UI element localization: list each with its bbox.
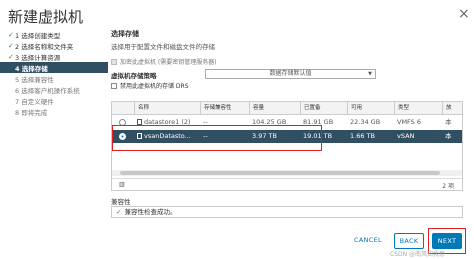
table-header: 名称 存储兼容性 容量 已置备 可用 类型 放 xyxy=(112,102,462,115)
step-3[interactable]: ✓ 3 选择计算资源 xyxy=(0,51,108,62)
storage-policy-select[interactable]: 数据存储默认值 ▼ xyxy=(205,69,376,79)
highlight-box xyxy=(112,125,322,151)
compatibility-label: 兼容性 xyxy=(111,198,131,206)
check-icon: ✓ xyxy=(116,208,122,216)
cell-free: 22.34 GB xyxy=(350,118,381,126)
cell-extra: 本 xyxy=(445,118,452,126)
check-icon: ✓ xyxy=(8,52,14,61)
compatibility-message: 兼容性检查成功。 xyxy=(124,208,177,216)
column-toggle-icon[interactable]: ▥ xyxy=(119,181,125,188)
check-icon: ✓ xyxy=(8,41,14,50)
col-extra[interactable]: 放 xyxy=(442,102,462,115)
cell-free: 1.66 TB xyxy=(350,132,375,140)
col-free[interactable]: 可用 xyxy=(347,102,393,115)
check-icon: ✓ xyxy=(8,30,14,39)
encrypt-label: 加密此虚拟机 (需要密钥管理服务器) xyxy=(120,59,217,66)
col-type[interactable]: 类型 xyxy=(394,102,440,115)
step-label: 8 即将完成 xyxy=(15,108,48,117)
chevron-down-icon: ▼ xyxy=(368,71,372,77)
cell-type: vSAN xyxy=(397,132,415,140)
step-7: 7 自定义硬件 xyxy=(0,95,108,106)
horizontal-scrollbar[interactable] xyxy=(112,170,462,176)
cell-type: VMFS 6 xyxy=(397,118,422,126)
col-name[interactable]: 名称 xyxy=(134,102,192,115)
dialog-title: 新建虚拟机 xyxy=(8,8,84,26)
step-label: 7 自定义硬件 xyxy=(15,97,54,106)
policy-value: 数据存储默认值 xyxy=(269,70,312,77)
step-4[interactable]: 4 选择存储 xyxy=(0,62,108,73)
step-label: 6 选择客户机操作系统 xyxy=(15,86,80,95)
back-button[interactable]: BACK xyxy=(394,233,424,249)
watermark: CSDN @南风知我意 xyxy=(390,251,446,258)
step-8: 8 即将完成 xyxy=(0,106,108,117)
storage-policy-label: 虚拟机存储策略 xyxy=(111,72,157,80)
section-title: 选择存储 xyxy=(111,30,139,38)
scrollbar-thumb[interactable] xyxy=(120,171,440,175)
step-label: 1 选择创建类型 xyxy=(15,31,61,40)
close-icon[interactable]: × xyxy=(458,6,470,22)
step-label: 5 选择兼容性 xyxy=(15,75,54,84)
storage-section: 选择存储 选择用于配置文件和磁盘文件的存储 xyxy=(111,29,463,51)
step-6: 6 选择客户机操作系统 xyxy=(0,84,108,95)
cancel-button[interactable]: CANCEL xyxy=(351,233,385,249)
col-compat[interactable]: 存储兼容性 xyxy=(200,102,250,115)
wizard-steps: ✓ 1 选择创建类型 ✓ 2 选择名称和文件夹 ✓ 3 选择计算资源 4 选择存储 5… xyxy=(0,29,108,117)
col-provisioned[interactable]: 已置备 xyxy=(300,102,346,115)
table-footer: ▥ 2 项 xyxy=(112,178,462,190)
disable-drs-option[interactable]: 禁用此虚拟机的存储 DRS xyxy=(111,81,189,90)
step-label: 2 选择名称和文件夹 xyxy=(15,42,74,51)
cell-extra: 本 xyxy=(445,132,452,140)
step-1[interactable]: ✓ 1 选择创建类型 xyxy=(0,29,108,40)
disable-drs-label: 禁用此虚拟机的存储 DRS xyxy=(120,83,189,90)
step-label: 4 选择存储 xyxy=(15,64,48,73)
step-label: 3 选择计算资源 xyxy=(15,53,61,62)
compatibility-status: ✓ 兼容性检查成功。 xyxy=(111,206,463,218)
encrypt-checkbox xyxy=(111,58,117,65)
disable-drs-checkbox[interactable] xyxy=(111,82,117,89)
step-2[interactable]: ✓ 2 选择名称和文件夹 xyxy=(0,40,108,51)
encrypt-vm-option: 加密此虚拟机 (需要密钥管理服务器) xyxy=(111,57,217,66)
step-5: 5 选择兼容性 xyxy=(0,73,108,84)
section-subtitle: 选择用于配置文件和磁盘文件的存储 xyxy=(111,43,215,51)
col-capacity[interactable]: 容量 xyxy=(249,102,299,115)
item-count: 2 项 xyxy=(442,183,454,190)
